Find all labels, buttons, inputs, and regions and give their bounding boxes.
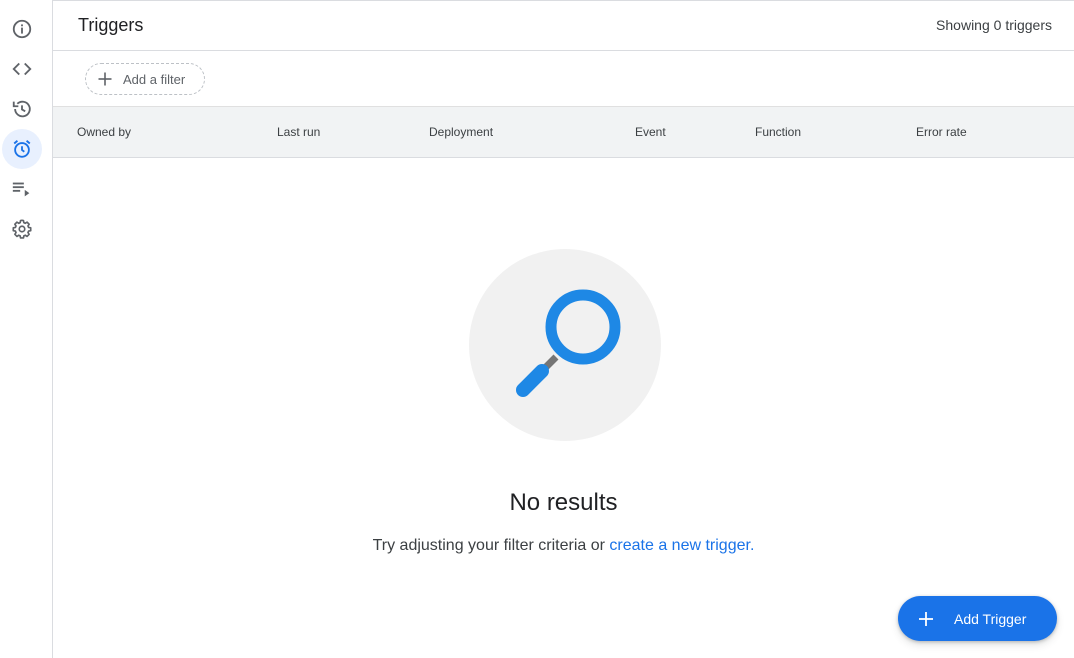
column-function[interactable]: Function <box>755 125 801 139</box>
empty-state-text: Try adjusting your filter criteria or <box>372 537 605 554</box>
empty-state-illustration <box>469 249 661 441</box>
page-header: Triggers Showing 0 triggers <box>53 0 1074 51</box>
gear-icon <box>12 219 32 239</box>
add-filter-label: Add a filter <box>123 71 186 87</box>
add-filter-button[interactable]: Add a filter <box>85 63 205 95</box>
column-deployment[interactable]: Deployment <box>429 125 493 139</box>
main-panel: Triggers Showing 0 triggers Add a filter… <box>53 0 1074 658</box>
info-icon <box>12 19 32 39</box>
trigger-count: Showing 0 triggers <box>936 17 1052 33</box>
empty-state-message: Try adjusting your filter criteria or cr… <box>53 537 1074 555</box>
history-icon <box>12 100 31 118</box>
sidebar-item-executions[interactable] <box>2 169 42 209</box>
code-icon <box>12 62 32 76</box>
empty-state-title: No results <box>509 489 618 516</box>
sidebar-item-editor[interactable] <box>2 49 42 89</box>
app-root: Triggers Showing 0 triggers Add a filter… <box>0 0 1074 658</box>
plus-icon <box>919 611 933 626</box>
column-event[interactable]: Event <box>635 125 666 139</box>
sidebar-item-overview[interactable] <box>2 9 42 49</box>
playlist-play-icon <box>12 182 30 197</box>
create-trigger-link[interactable]: create a new trigger. <box>609 537 754 554</box>
magnifier-icon <box>516 289 621 397</box>
sidebar-item-triggers[interactable] <box>2 129 42 169</box>
plus-icon <box>98 72 112 86</box>
table-header: Owned by Last run Deployment Event Funct… <box>53 106 1074 158</box>
filter-bar: Add a filter <box>53 51 1074 106</box>
alarm-clock-icon <box>13 140 31 158</box>
sidebar <box>0 0 53 658</box>
sidebar-item-settings[interactable] <box>2 209 42 249</box>
page-title: Triggers <box>78 15 144 35</box>
add-trigger-label: Add Trigger <box>954 610 1027 627</box>
sidebar-item-history[interactable] <box>2 89 42 129</box>
add-trigger-button[interactable]: Add Trigger <box>898 596 1057 641</box>
column-error-rate[interactable]: Error rate <box>916 125 967 139</box>
column-owned-by[interactable]: Owned by <box>77 125 131 139</box>
column-last-run[interactable]: Last run <box>277 125 320 139</box>
